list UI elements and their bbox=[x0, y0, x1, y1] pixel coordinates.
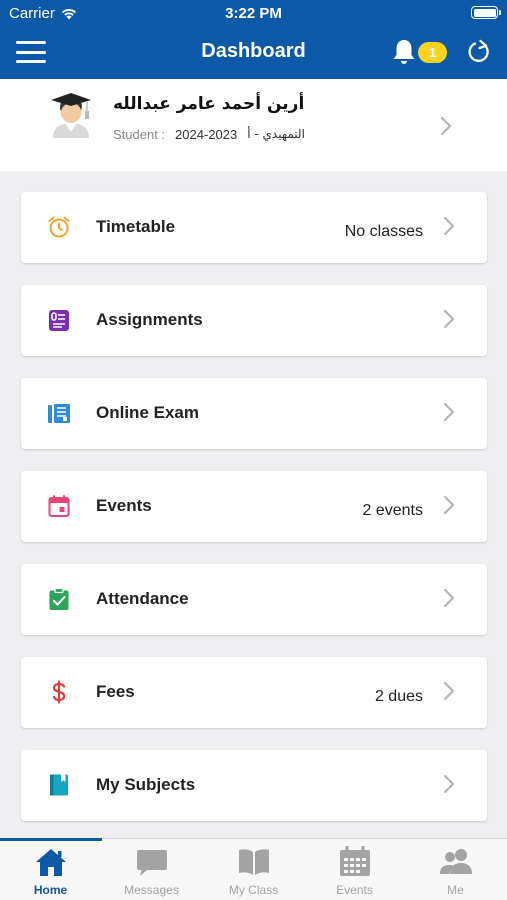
dollar-icon bbox=[52, 680, 66, 704]
status-time: 3:22 PM bbox=[225, 5, 282, 22]
card-label: Events bbox=[96, 496, 152, 515]
card-label: Timetable bbox=[96, 217, 176, 236]
tab-label: Home bbox=[33, 883, 68, 897]
student-profile[interactable]: أرين أحمد عامر عبدالله Student : 2024-20… bbox=[0, 79, 507, 171]
card-value: No classes bbox=[344, 223, 423, 240]
card-label: Fees bbox=[96, 682, 135, 701]
people-icon bbox=[440, 849, 472, 874]
notification-badge: 1 bbox=[418, 42, 447, 63]
status-bar: Carrier 3:22 PM bbox=[0, 0, 507, 26]
online-exam-icon bbox=[48, 404, 70, 423]
chevron-right-icon bbox=[443, 216, 455, 236]
calendar-icon bbox=[48, 495, 70, 517]
tab-events[interactable]: Events bbox=[304, 839, 405, 900]
chevron-right-icon bbox=[443, 309, 455, 329]
navigation-bar: Dashboard 1 bbox=[0, 26, 507, 79]
card-label: Attendance bbox=[96, 589, 189, 608]
tab-me[interactable]: Me bbox=[405, 839, 506, 900]
assignment-icon bbox=[49, 310, 69, 331]
grade-section: التمهيدي - أ bbox=[247, 127, 305, 141]
tab-label: Messages bbox=[124, 883, 179, 897]
role-label: Student : bbox=[113, 127, 166, 142]
alarm-clock-icon bbox=[48, 216, 70, 238]
card-value: 2 dues bbox=[374, 688, 423, 705]
student-name: أرين أحمد عامر عبدالله bbox=[113, 94, 305, 114]
card-label: Online Exam bbox=[96, 403, 199, 422]
fees-card[interactable]: Fees 2 dues bbox=[21, 657, 487, 728]
messages-icon bbox=[137, 850, 167, 876]
chevron-right-icon bbox=[443, 495, 455, 515]
refresh-icon[interactable] bbox=[466, 39, 492, 65]
online-exam-card[interactable]: Online Exam bbox=[21, 378, 487, 449]
card-label: Assignments bbox=[96, 310, 203, 329]
battery-icon bbox=[471, 6, 501, 19]
tab-home[interactable]: Home bbox=[0, 839, 101, 900]
calendar-icon bbox=[340, 846, 370, 876]
tab-label: My Class bbox=[228, 883, 279, 897]
bell-icon[interactable] bbox=[391, 38, 417, 66]
attendance-check-icon bbox=[49, 587, 69, 610]
attendance-card[interactable]: Attendance bbox=[21, 564, 487, 635]
chevron-right-icon bbox=[443, 402, 455, 422]
assignments-card[interactable]: Assignments bbox=[21, 285, 487, 356]
tab-label: Me bbox=[447, 883, 464, 897]
chevron-right-icon bbox=[443, 588, 455, 608]
tab-messages[interactable]: Messages bbox=[101, 839, 202, 900]
student-meta: Student : 2024-2023 التمهيدي - أ bbox=[113, 127, 305, 142]
my-subjects-card[interactable]: My Subjects bbox=[21, 750, 487, 821]
timetable-card[interactable]: Timetable No classes bbox=[21, 192, 487, 263]
tab-label: Events bbox=[336, 883, 373, 897]
chevron-right-icon bbox=[440, 116, 452, 136]
student-avatar-icon bbox=[51, 93, 91, 138]
book-icon bbox=[50, 774, 68, 796]
open-book-icon bbox=[239, 849, 269, 875]
card-label: My Subjects bbox=[96, 775, 196, 794]
events-card[interactable]: Events 2 events bbox=[21, 471, 487, 542]
academic-year: 2024-2023 bbox=[175, 127, 238, 142]
chevron-right-icon bbox=[443, 774, 455, 794]
chevron-right-icon bbox=[443, 681, 455, 701]
home-icon bbox=[36, 849, 66, 876]
tab-my-class[interactable]: My Class bbox=[203, 839, 304, 900]
card-value: 2 events bbox=[362, 502, 423, 519]
bottom-tab-bar: Home Messages My Class Events Me bbox=[0, 838, 507, 900]
